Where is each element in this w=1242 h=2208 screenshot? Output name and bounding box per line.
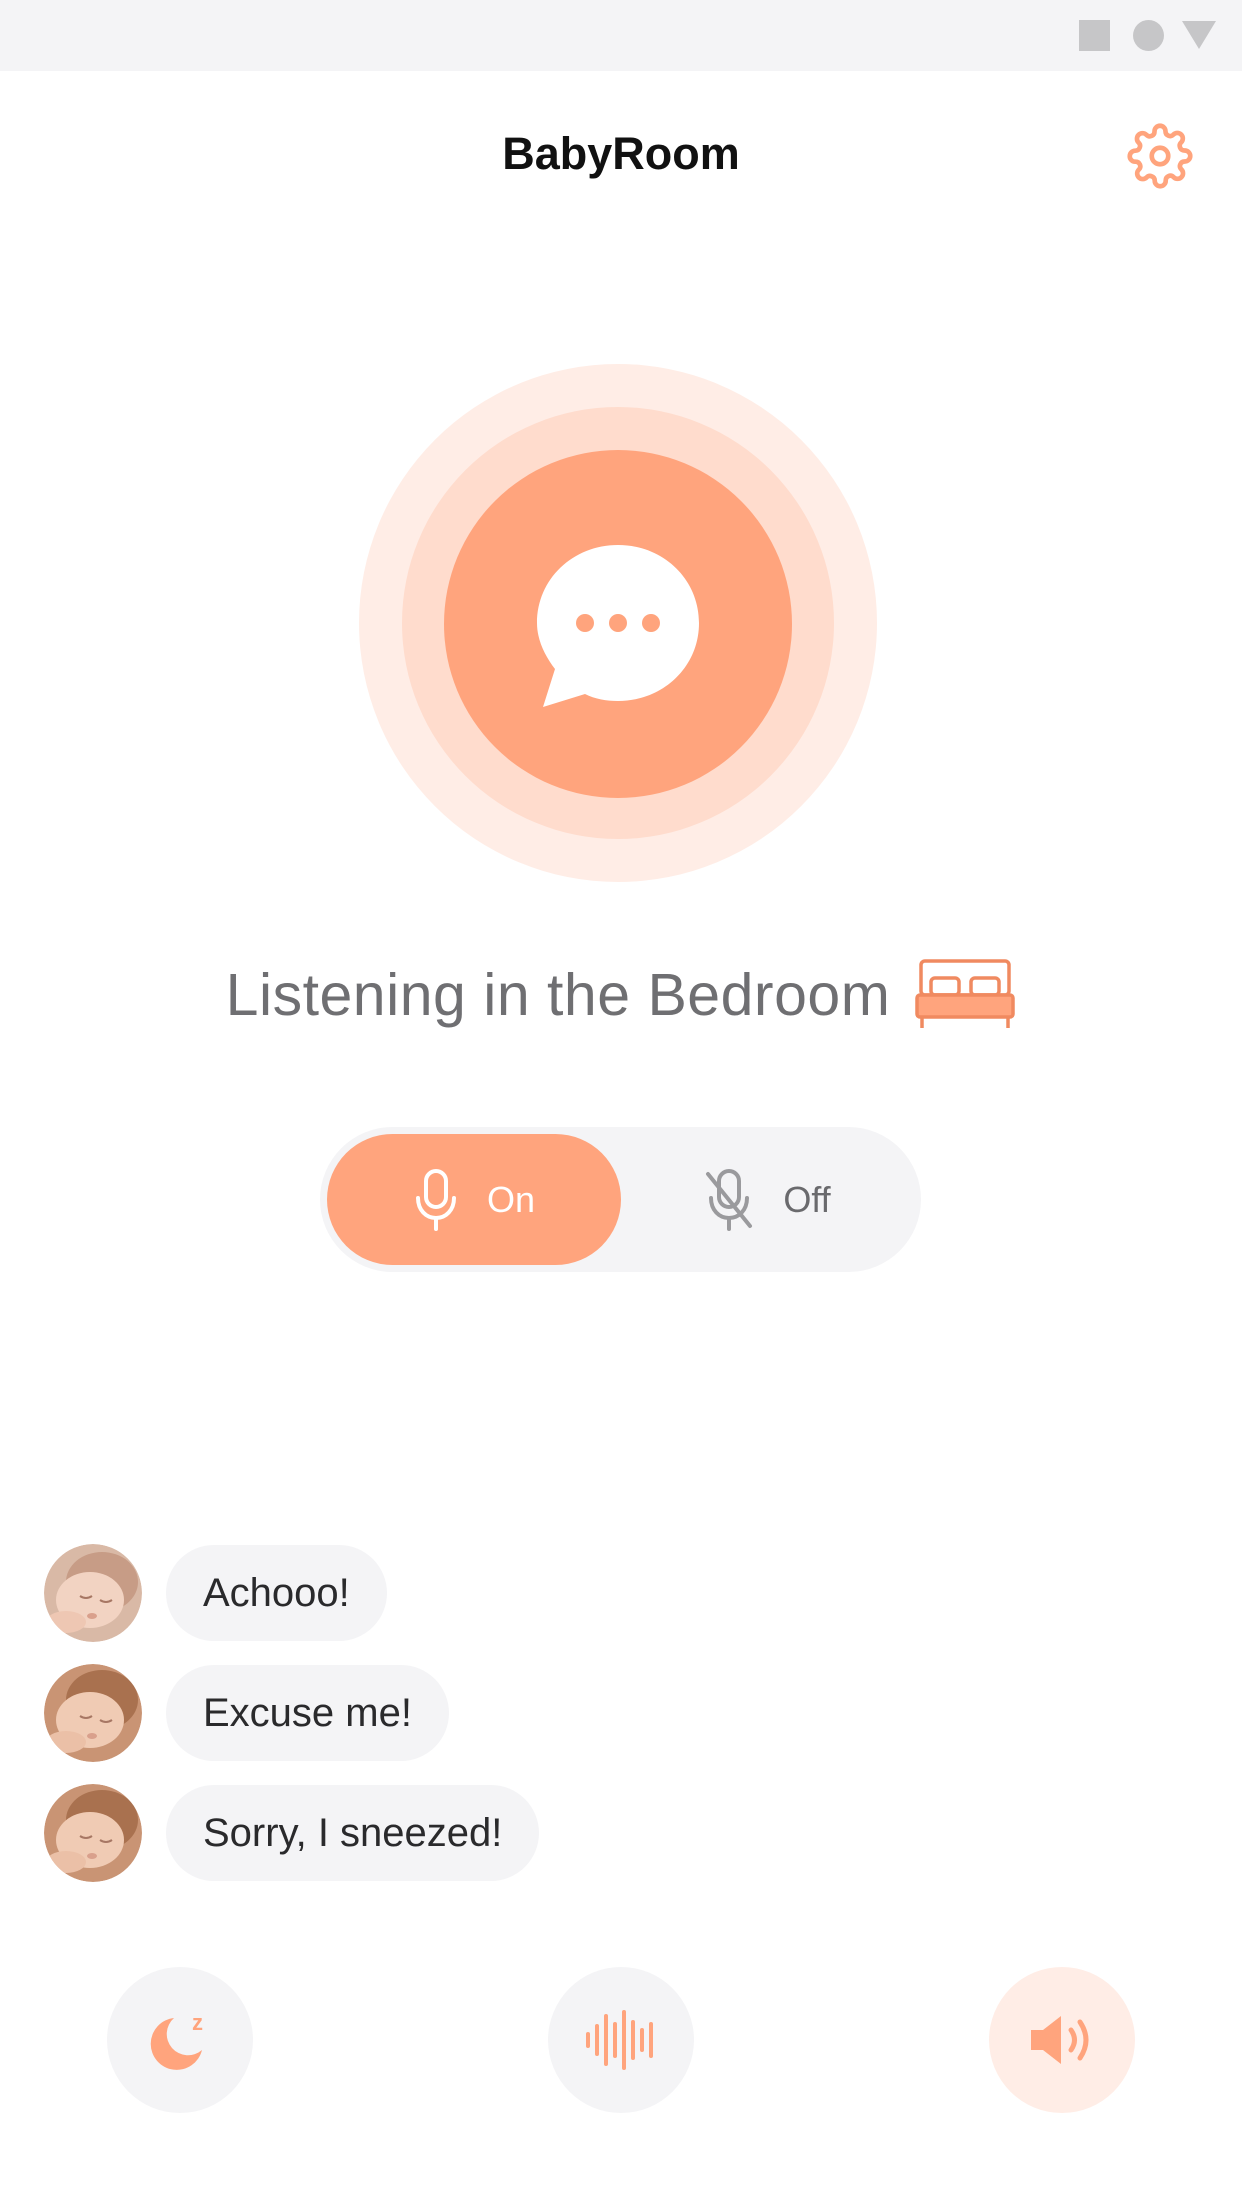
chat-bubble-icon bbox=[537, 545, 699, 707]
listening-text: Listening in the Bedroom bbox=[225, 962, 891, 1028]
baby-avatar bbox=[44, 1544, 142, 1642]
sleep-button[interactable]: z bbox=[107, 1967, 253, 2113]
microphone-off-icon bbox=[706, 1168, 753, 1231]
sound-wave-button[interactable] bbox=[548, 1967, 694, 2113]
mic-off-option[interactable]: Off bbox=[620, 1134, 914, 1265]
status-bar bbox=[0, 0, 1242, 71]
page-title: BabyRoom bbox=[502, 128, 740, 179]
baby-avatar bbox=[44, 1664, 142, 1762]
volume-icon bbox=[1031, 2016, 1089, 2064]
app-screen: BabyRoom Listening in the Bedroom On Off… bbox=[0, 0, 1242, 2208]
message-item: Sorry, I sneezed! bbox=[44, 1784, 540, 1882]
volume-button[interactable] bbox=[989, 1967, 1135, 2113]
listening-status: Listening in the Bedroom bbox=[0, 955, 1242, 1035]
settings-button[interactable] bbox=[1122, 118, 1198, 194]
svg-text:z: z bbox=[192, 2010, 203, 2035]
message-item: Achooo! bbox=[44, 1544, 387, 1642]
message-item: Excuse me! bbox=[44, 1664, 449, 1762]
sound-wave-icon bbox=[586, 2010, 653, 2070]
microphone-icon bbox=[415, 1168, 456, 1231]
signal-icon bbox=[1182, 21, 1216, 49]
microphone-toggle: On Off bbox=[320, 1127, 921, 1272]
sleep-moon-icon: z bbox=[150, 2010, 203, 2070]
message-bubble: Achooo! bbox=[166, 1545, 387, 1641]
listen-button[interactable] bbox=[444, 450, 792, 798]
message-bubble: Sorry, I sneezed! bbox=[166, 1785, 540, 1881]
home-icon bbox=[1133, 20, 1164, 51]
mic-off-label: Off bbox=[783, 1178, 831, 1220]
message-bubble: Excuse me! bbox=[166, 1665, 449, 1761]
recents-icon bbox=[1079, 20, 1110, 51]
gear-icon bbox=[1127, 123, 1193, 189]
mic-on-label: On bbox=[486, 1178, 536, 1220]
bed-icon bbox=[915, 959, 1016, 1028]
mic-on-option[interactable]: On bbox=[327, 1134, 621, 1265]
baby-avatar bbox=[44, 1784, 142, 1882]
